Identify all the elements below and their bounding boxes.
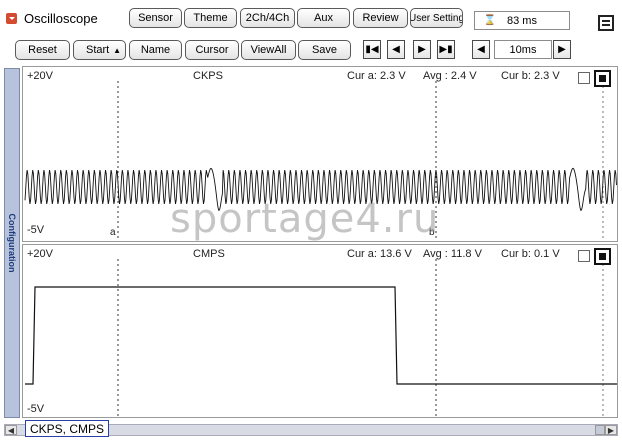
- scroll-right-icon[interactable]: ▶: [605, 425, 617, 435]
- cmps-select-checkbox[interactable]: [578, 250, 590, 262]
- ckps-vmin: -5V: [27, 224, 45, 236]
- channel-mode-button[interactable]: 2Ch/4Ch: [240, 8, 295, 28]
- ckps-cur-b: Cur b: 2.3 V: [501, 70, 560, 82]
- cmps-vmin: -5V: [27, 403, 45, 415]
- theme-button[interactable]: Theme: [184, 8, 237, 28]
- time-scale-display: 10ms: [494, 40, 552, 59]
- cursor-button[interactable]: Cursor: [185, 40, 239, 60]
- app-menu-icon[interactable]: [6, 13, 17, 24]
- start-button[interactable]: Start ▲: [73, 40, 126, 60]
- name-button[interactable]: Name: [129, 40, 182, 60]
- cmps-waveform: [25, 286, 617, 385]
- updown-icon: ▲: [113, 45, 121, 55]
- scroll-thumb[interactable]: [595, 425, 605, 435]
- cmps-stop-icon[interactable]: [594, 248, 611, 265]
- reset-button[interactable]: Reset: [15, 40, 70, 60]
- cmps-channel-name: CMPS: [193, 248, 225, 260]
- timescale-decrease-icon[interactable]: ◀: [472, 40, 490, 59]
- hourglass-icon: ⌛: [483, 15, 497, 26]
- configuration-tab[interactable]: Configuration: [4, 68, 20, 418]
- timescale-increase-icon[interactable]: ▶: [553, 40, 571, 59]
- save-button[interactable]: Save: [298, 40, 351, 60]
- cmps-vmax: +20V: [27, 248, 53, 260]
- channel-pane-cmps[interactable]: +20V CMPS Cur a: 13.6 V Avg : 11.8 V Cur…: [22, 244, 618, 418]
- sensor-button[interactable]: Sensor: [129, 8, 182, 28]
- cmps-plot: [25, 259, 617, 417]
- record-time-display: ⌛ 83 ms: [474, 11, 570, 30]
- watermark-text: sportage4.ru: [170, 196, 440, 242]
- skip-first-icon[interactable]: ▮◀: [363, 40, 381, 59]
- review-button[interactable]: Review: [353, 8, 408, 28]
- scroll-left-icon[interactable]: ◀: [5, 425, 17, 435]
- cmps-avg: Avg : 11.8 V: [423, 248, 482, 260]
- viewall-button[interactable]: ViewAll: [241, 40, 296, 60]
- top-toolbar: Oscilloscope Sensor Theme 2Ch/4Ch Aux Re…: [0, 4, 622, 34]
- app-title: Oscilloscope: [24, 11, 98, 26]
- hamburger-menu-icon[interactable]: [598, 15, 614, 31]
- ckps-stop-icon[interactable]: [594, 70, 611, 87]
- ckps-avg: Avg : 2.4 V: [423, 70, 477, 82]
- cursor-a-label: a: [110, 227, 116, 238]
- user-setting-button[interactable]: User Setting: [410, 8, 463, 28]
- start-label: Start: [86, 44, 110, 56]
- ckps-vmax: +20V: [27, 70, 53, 82]
- cmps-cur-b: Cur b: 0.1 V: [501, 248, 560, 260]
- ckps-select-checkbox[interactable]: [578, 72, 590, 84]
- aux-button[interactable]: Aux: [297, 8, 350, 28]
- step-forward-icon[interactable]: ▶: [413, 40, 431, 59]
- skip-last-icon[interactable]: ▶▮: [437, 40, 455, 59]
- cmps-cur-a: Cur a: 13.6 V: [347, 248, 412, 260]
- record-time-value: 83 ms: [507, 14, 537, 27]
- ckps-channel-name: CKPS: [193, 70, 223, 82]
- step-back-icon[interactable]: ◀: [387, 40, 405, 59]
- configuration-tab-label: Configuration: [7, 213, 17, 273]
- oscilloscope-window: Oscilloscope Sensor Theme 2Ch/4Ch Aux Re…: [0, 0, 622, 442]
- ckps-cur-a: Cur a: 2.3 V: [347, 70, 406, 82]
- selected-channels-field[interactable]: CKPS, CMPS: [25, 420, 109, 437]
